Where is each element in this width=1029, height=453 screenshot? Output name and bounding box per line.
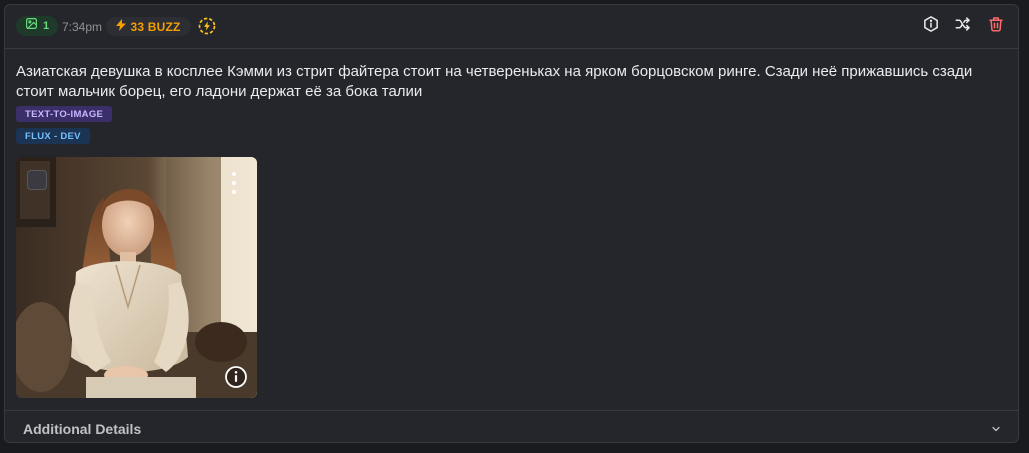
buzz-cost-badge: 33 BUZZ bbox=[106, 17, 191, 36]
more-options-button[interactable] bbox=[231, 172, 237, 194]
more-vertical-icon bbox=[232, 172, 236, 176]
generation-type-tag: TEXT-TO-IMAGE bbox=[16, 106, 113, 122]
model-tag: FLUX - DEV bbox=[16, 128, 90, 144]
shuffle-icon bbox=[954, 15, 972, 38]
info-icon bbox=[225, 366, 247, 388]
generated-image-picture bbox=[16, 157, 257, 398]
generated-image[interactable] bbox=[16, 157, 257, 398]
image-count-badge: 1 bbox=[16, 16, 58, 36]
info-icon bbox=[922, 15, 940, 38]
accordion-label: Additional Details bbox=[23, 421, 142, 437]
additional-details-accordion[interactable]: Additional Details bbox=[5, 410, 1018, 442]
image-count: 1 bbox=[42, 20, 50, 32]
buzz-amount: 33 BUZZ bbox=[130, 19, 181, 34]
chevron-down-icon bbox=[990, 422, 1002, 440]
generation-card: 1 7:34pm 33 BUZZ Азиатская девушка в кос… bbox=[4, 4, 1019, 443]
info-button[interactable] bbox=[920, 15, 942, 37]
lightning-circle-icon[interactable] bbox=[196, 15, 218, 37]
trash-icon bbox=[987, 15, 1005, 38]
image-icon bbox=[25, 17, 38, 35]
bolt-icon bbox=[116, 19, 127, 34]
timestamp: 7:34pm bbox=[62, 20, 103, 34]
select-checkbox[interactable] bbox=[27, 170, 47, 190]
prompt-text: Азиатская девушка в косплее Кэмми из стр… bbox=[16, 63, 973, 100]
remix-button[interactable] bbox=[952, 15, 974, 37]
delete-button[interactable] bbox=[985, 15, 1007, 37]
card-header: 1 7:34pm 33 BUZZ bbox=[5, 5, 1018, 49]
image-info-button[interactable] bbox=[225, 366, 247, 388]
